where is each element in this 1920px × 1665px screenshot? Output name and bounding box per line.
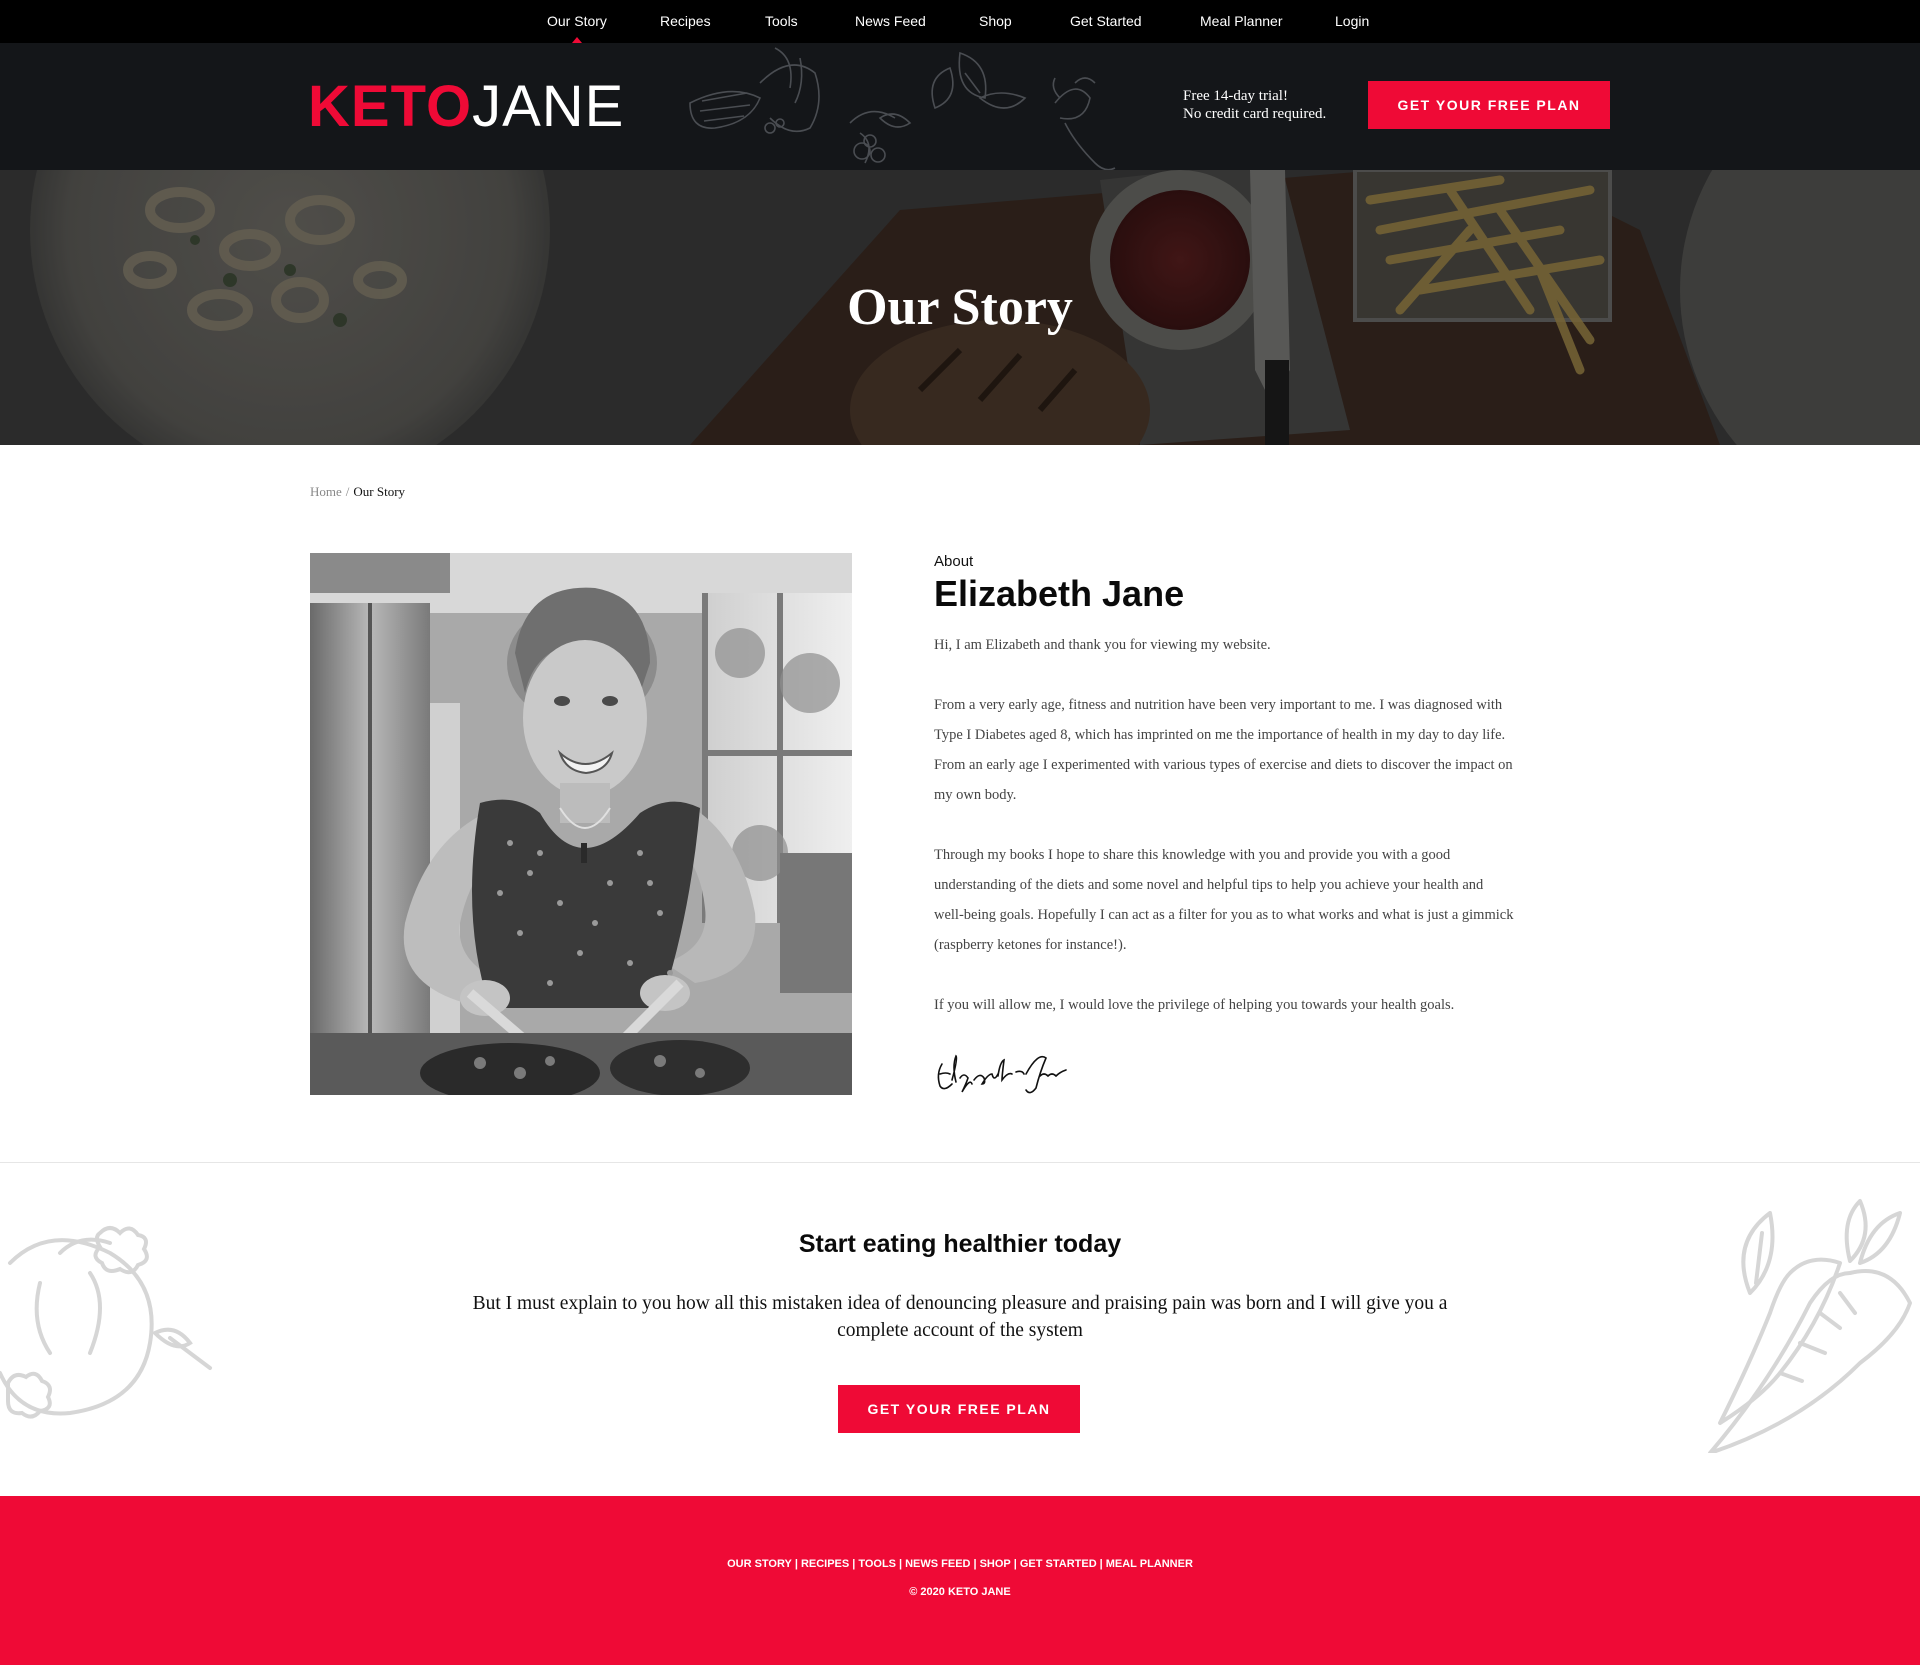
about-paragraph-4: If you will allow me, I would love the p… xyxy=(934,997,1455,1013)
nav-item-get-started[interactable]: Get Started xyxy=(1070,0,1142,43)
nav-item-recipes[interactable]: Recipes xyxy=(660,0,711,43)
footer-link-news-feed[interactable]: NEWS FEED xyxy=(905,1558,970,1570)
about-section: About Elizabeth Jane Hi, I am Elizabeth … xyxy=(934,552,1514,1020)
footer-pipe: | xyxy=(1099,1558,1103,1570)
breadcrumb-home-link[interactable]: Home xyxy=(310,484,342,499)
fruit-doodle-icon xyxy=(0,1226,212,1419)
footer-link-get-started[interactable]: GET STARTED xyxy=(1020,1558,1097,1570)
trial-line-1: Free 14-day trial! xyxy=(1183,88,1288,104)
footer-link-meal-planner[interactable]: MEAL PLANNER xyxy=(1106,1558,1193,1570)
breadcrumb: Home / Our Story xyxy=(310,484,405,500)
hero-title: Our Story xyxy=(847,279,1073,336)
nav-item-news-feed[interactable]: News Feed xyxy=(855,0,926,43)
nav-item-tools[interactable]: Tools xyxy=(765,0,798,43)
footer-pipe: | xyxy=(1013,1558,1017,1570)
cta-text: But I must explain to you how all this m… xyxy=(472,1293,1448,1341)
footer-pipe: | xyxy=(794,1558,798,1570)
cta-free-plan-button[interactable]: GET YOUR FREE PLAN xyxy=(838,1385,1080,1433)
cta-section: Start eating healthier today But I must … xyxy=(0,1163,1920,1496)
top-nav: Our Story Recipes Tools News Feed Shop G… xyxy=(0,0,1920,43)
breadcrumb-current: Our Story xyxy=(353,484,406,499)
nav-item-shop[interactable]: Shop xyxy=(979,0,1012,43)
about-paragraph-3: Through my books I hope to share this kn… xyxy=(934,847,1514,953)
footer-link-shop[interactable]: SHOP xyxy=(980,1558,1011,1570)
footer-pipe: | xyxy=(852,1558,856,1570)
cta-title: Start eating healthier today xyxy=(798,1230,1122,1258)
nav-item-meal-planner[interactable]: Meal Planner xyxy=(1200,0,1283,43)
footer-pipe: | xyxy=(899,1558,903,1570)
footer-links: OUR STORY | RECIPES | TOOLS | NEWS FEED | SHOP | G… xyxy=(0,1558,1920,1570)
site-header: KETOJANE Free 14-day trial! No credit ca… xyxy=(0,43,1920,170)
footer-link-recipes[interactable]: RECIPES xyxy=(801,1558,849,1570)
breadcrumb-separator: / xyxy=(345,484,350,499)
copyright: © 2020 KETO JANE xyxy=(909,1586,1011,1598)
footer-pipe: | xyxy=(973,1558,977,1570)
header-free-plan-button[interactable]: GET YOUR FREE PLAN xyxy=(1368,81,1610,129)
about-paragraph-1: Hi, I am Elizabeth and thank you for vie… xyxy=(934,637,1271,653)
footer-link-tools[interactable]: TOOLS xyxy=(858,1558,896,1570)
hero-banner: Our Story xyxy=(0,170,1920,445)
about-eyebrow: About xyxy=(934,553,974,570)
trial-note: Free 14-day trial! No credit card requir… xyxy=(1183,87,1326,123)
nav-item-our-story[interactable]: Our Story xyxy=(547,0,607,43)
author-photo xyxy=(310,553,852,1095)
signature-image xyxy=(937,1054,1067,1094)
logo[interactable]: KETOJANE xyxy=(308,77,624,137)
logo-keto: KETO xyxy=(308,74,473,139)
nav-item-login[interactable]: Login xyxy=(1335,0,1369,43)
logo-jane: JANE xyxy=(472,74,625,139)
footer-link-our-story[interactable]: OUR STORY xyxy=(727,1558,792,1570)
about-paragraph-2: From a very early age, fitness and nutri… xyxy=(934,697,1513,803)
trial-line-2: No credit card required. xyxy=(1183,106,1327,122)
vegetable-doodles-icon xyxy=(689,47,1116,170)
author-name: Elizabeth Jane xyxy=(934,573,1185,614)
site-footer: OUR STORY | RECIPES | TOOLS | NEWS FEED | SHOP | G… xyxy=(0,1496,1920,1665)
